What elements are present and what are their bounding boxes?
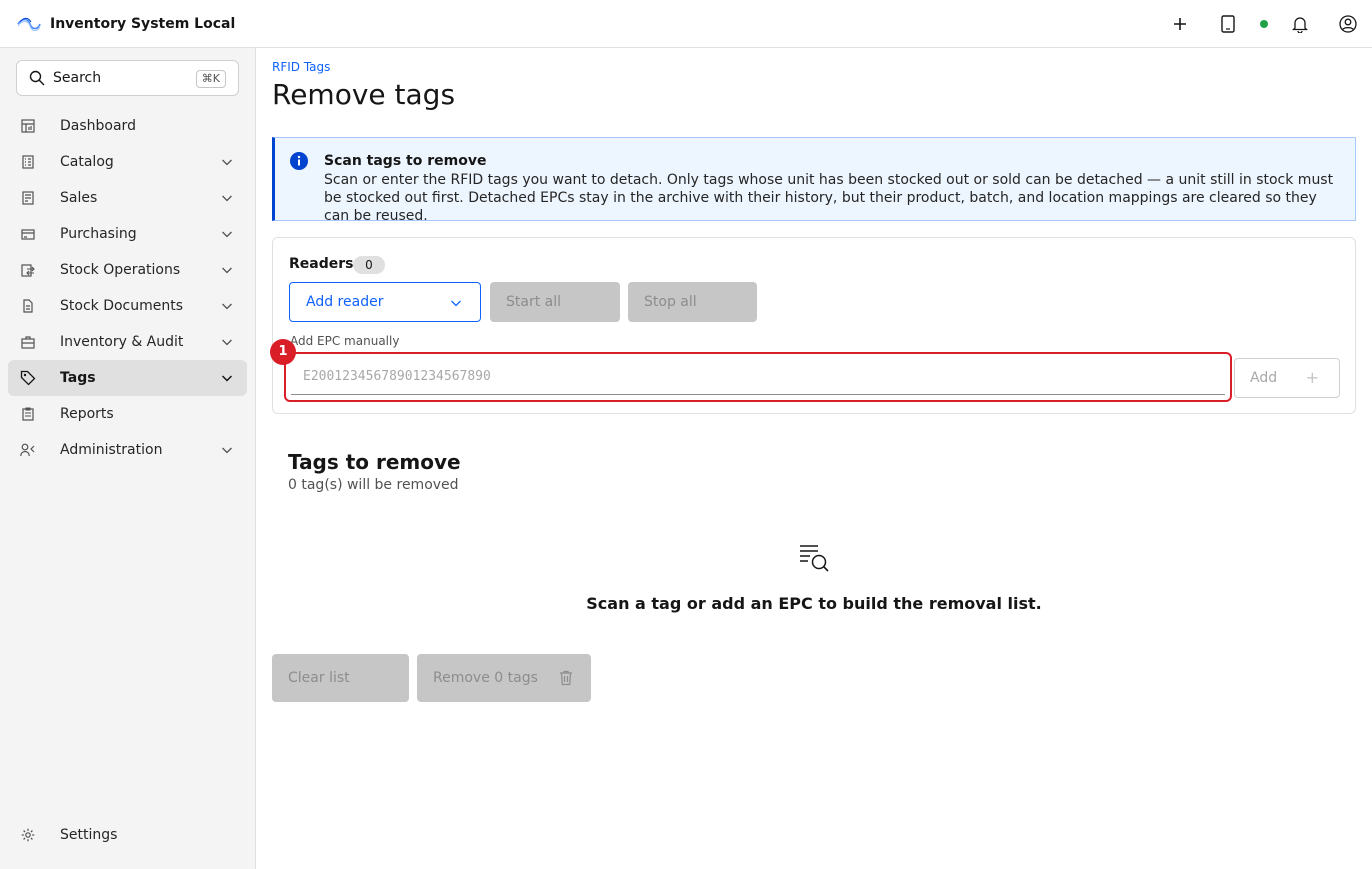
annotation-marker: 1	[270, 339, 296, 365]
add-epc-button[interactable]: Add +	[1234, 358, 1340, 398]
sidebar-item-stock-documents[interactable]: Stock Documents	[8, 288, 247, 324]
search-input[interactable]: Search ⌘K	[16, 60, 239, 96]
dashboard-icon	[20, 118, 36, 134]
sidebar-item-label: Sales	[60, 190, 98, 206]
start-all-button[interactable]: Start all	[490, 282, 620, 322]
readers-panel: Readers 0 Add reader Start all Stop all …	[270, 237, 1356, 414]
sidebar-item-label: Dashboard	[60, 118, 136, 134]
clear-list-button[interactable]: Clear list	[272, 654, 409, 702]
add-epc-label: Add	[1250, 370, 1278, 386]
chevron-down-icon	[222, 195, 232, 202]
gear-icon	[20, 827, 36, 843]
sidebar-item-label: Stock Documents	[60, 298, 184, 314]
chevron-down-icon	[222, 303, 232, 310]
sidebar-item-label: Purchasing	[60, 226, 137, 242]
tags-section-title: Tags to remove	[288, 450, 461, 474]
search-icon	[29, 70, 45, 86]
sales-icon	[20, 190, 36, 206]
sidebar-item-label: Settings	[60, 827, 118, 843]
search-list-icon	[800, 545, 829, 572]
chevron-down-icon	[221, 375, 233, 382]
stop-all-button[interactable]: Stop all	[628, 282, 757, 322]
readers-count-badge: 0	[353, 256, 385, 274]
sidebar-item-label: Catalog	[60, 154, 114, 170]
sidebar-item-reports[interactable]: Reports	[8, 396, 247, 432]
plus-icon[interactable]	[1162, 0, 1198, 48]
readers-title: Readers	[289, 256, 354, 272]
epc-input[interactable]	[291, 359, 1225, 395]
chevron-down-icon	[222, 267, 232, 274]
notification-bell-icon[interactable]	[1282, 0, 1318, 48]
tag-icon	[20, 370, 36, 386]
plus-icon: +	[1305, 368, 1319, 387]
info-icon	[290, 152, 308, 170]
epc-field-highlight	[284, 352, 1232, 402]
header-actions	[1162, 0, 1372, 48]
page-title: Remove tags	[272, 78, 456, 111]
administration-icon	[20, 442, 36, 458]
purchasing-icon	[20, 226, 36, 242]
sidebar-item-stock-operations[interactable]: Stock Operations	[8, 252, 247, 288]
search-label: Search	[53, 70, 102, 86]
sidebar-item-label: Reports	[60, 406, 114, 422]
remove-tags-label: Remove 0 tags	[433, 670, 538, 686]
chevron-down-icon	[222, 159, 232, 166]
search-shortcut-badge: ⌘K	[195, 70, 226, 88]
stock-operations-icon	[20, 262, 36, 278]
sidebar-item-label: Inventory & Audit	[60, 334, 184, 350]
epc-field-label: Add EPC manually	[290, 334, 400, 348]
chevron-down-icon	[222, 339, 232, 346]
sidebar-item-administration[interactable]: Administration	[8, 432, 247, 468]
info-body: Scan or enter the RFID tags you want to …	[324, 172, 1334, 224]
breadcrumb-rfid-tags[interactable]: RFID Tags	[272, 60, 330, 74]
catalog-icon	[20, 154, 36, 170]
status-online-dot	[1260, 20, 1268, 28]
sidebar-item-inventory-audit[interactable]: Inventory & Audit	[8, 324, 247, 360]
add-reader-label: Add reader	[306, 294, 384, 310]
chevron-down-icon	[222, 231, 232, 238]
sidebar-item-purchasing[interactable]: Purchasing	[8, 216, 247, 252]
remove-tags-button[interactable]: Remove 0 tags	[417, 654, 591, 702]
app-title: Inventory System Local	[50, 15, 236, 32]
brand[interactable]: Inventory System Local	[0, 16, 235, 32]
sidebar-item-sales[interactable]: Sales	[8, 180, 247, 216]
sidebar-settings: Settings	[8, 817, 247, 853]
sidebar-item-settings[interactable]: Settings	[8, 817, 247, 853]
sidebar-item-dashboard[interactable]: Dashboard	[8, 108, 247, 144]
top-header: Inventory System Local	[0, 0, 1372, 48]
sidebar-item-catalog[interactable]: Catalog	[8, 144, 247, 180]
report-icon	[20, 406, 36, 422]
sidebar-nav: Dashboard Catalog Sales Purchasing Stock…	[8, 108, 247, 468]
tags-count-text: 0 tag(s) will be removed	[288, 477, 459, 493]
info-notification: Scan tags to remove Scan or enter the RF…	[272, 137, 1356, 224]
document-icon	[20, 298, 36, 314]
app-logo-icon	[17, 17, 41, 31]
briefcase-icon	[20, 334, 36, 350]
empty-state-text: Scan a tag or add an EPC to build the re…	[586, 594, 1042, 613]
add-reader-dropdown[interactable]: Add reader	[289, 282, 481, 322]
trash-icon	[560, 670, 572, 686]
sidebar-item-label: Stock Operations	[60, 262, 181, 278]
info-title: Scan tags to remove	[324, 153, 487, 169]
chevron-down-icon	[451, 300, 461, 307]
sidebar: Search ⌘K Dashboard Catalog Sales Purcha…	[0, 48, 256, 869]
tablet-icon[interactable]	[1210, 0, 1246, 48]
user-avatar-icon[interactable]	[1330, 0, 1366, 48]
sidebar-item-tags[interactable]: Tags	[8, 360, 247, 396]
chevron-down-icon	[222, 447, 232, 454]
sidebar-item-label: Tags	[60, 370, 96, 386]
sidebar-item-label: Administration	[60, 442, 163, 458]
